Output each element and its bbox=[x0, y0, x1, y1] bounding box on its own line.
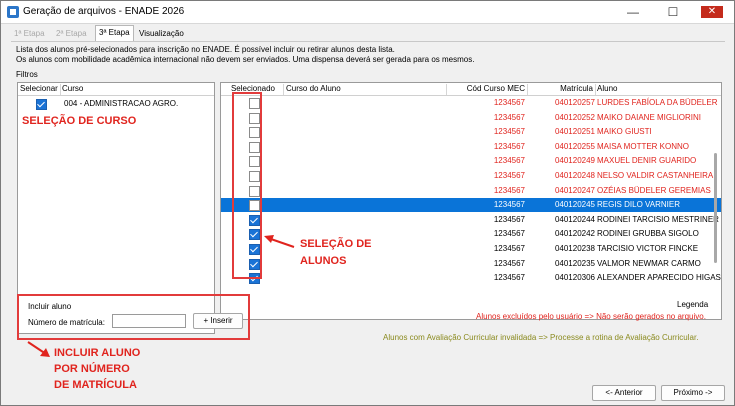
student-name: MAIKO GIUSTI bbox=[597, 127, 652, 137]
student-cod-mec: 1234567 bbox=[493, 229, 525, 239]
student-matricula: 040120242 bbox=[554, 229, 595, 239]
annotation-incluir-line2: POR NÚMERO bbox=[54, 363, 130, 375]
filtros-label: Filtros bbox=[16, 70, 38, 79]
student-cod-mec: 1234567 bbox=[493, 214, 525, 224]
student-grid: Selecionado Curso do Aluno Cód Curso MEC… bbox=[220, 82, 722, 320]
student-name: VALMOR NEWMAR CARMO bbox=[597, 258, 701, 268]
legenda-invalid: Alunos com Avaliação Curricular invalida… bbox=[383, 333, 699, 342]
student-row[interactable]: 1234567 040120244 RODINEI TARCISIO MESTRIN… bbox=[221, 213, 721, 227]
student-matricula: 040120255 bbox=[554, 141, 595, 151]
student-name: OZÉIAS BÜDELER GEREMIAS bbox=[597, 185, 711, 195]
tab-etapa-3[interactable]: 3ª Etapa bbox=[95, 25, 134, 41]
student-cod-mec: 1234567 bbox=[493, 141, 525, 151]
student-cod-mec: 1234567 bbox=[493, 171, 525, 180]
course-grid-header: Selecionar Curso bbox=[18, 83, 214, 96]
course-checkbox[interactable] bbox=[36, 99, 47, 110]
course-name: 004 - ADMINISTRACAO AGRO. bbox=[64, 99, 179, 108]
description-line-1: Lista dos alunos pré-selecionados para i… bbox=[16, 45, 395, 54]
student-name: TARCISIO VICTOR FINCKE bbox=[597, 244, 699, 253]
course-row[interactable]: 004 - ADMINISTRACAO AGRO. bbox=[18, 97, 214, 111]
student-matricula: 040120244 bbox=[554, 214, 595, 224]
student-cod-mec: 1234567 bbox=[493, 98, 525, 107]
student-row[interactable]: 1234567 040120249 MAXUEL DENIR GUARIDO bbox=[221, 154, 721, 168]
annotation-alunos-line1: SELEÇÃO DE bbox=[300, 238, 372, 250]
student-matricula: 040120247 bbox=[554, 185, 595, 195]
student-name: REGIS DILO VARNIER bbox=[597, 200, 680, 210]
student-row[interactable]: 1234567 040120251 MAIKO GIUSTI bbox=[221, 125, 721, 139]
student-row[interactable]: 1234567 040120306 ALEXANDER APARECIDO HIGA… bbox=[221, 271, 721, 285]
student-name: RODINEI TARCISIO MESTRINER bbox=[597, 214, 719, 224]
student-row[interactable]: 1234567 040120252 MAIKO DAIANE MIGLIORINI bbox=[221, 111, 721, 125]
student-name: ALEXANDER APARECIDO HIGAS bbox=[597, 273, 721, 283]
student-matricula: 040120251 bbox=[554, 127, 595, 137]
arrow-alunos-icon bbox=[264, 235, 295, 248]
student-row[interactable]: 1234567 040120248 NELSO VALDIR CASTANHEIRA bbox=[221, 169, 721, 183]
description-line-2: Os alunos com mobilidade acadêmica inter… bbox=[16, 55, 475, 64]
tab-etapa-2[interactable]: 2ª Etapa bbox=[53, 27, 90, 40]
student-cod-mec: 1234567 bbox=[493, 112, 525, 122]
window-title: Geração de arquivos - ENADE 2026 bbox=[23, 6, 185, 17]
anterior-button[interactable]: <- Anterior bbox=[592, 385, 656, 401]
annotation-incluir-line3: DE MATRÍCULA bbox=[54, 379, 137, 391]
student-matricula: 040120306 bbox=[554, 273, 595, 283]
annotation-alunos-line2: ALUNOS bbox=[300, 255, 347, 267]
student-cod-mec: 1234567 bbox=[493, 127, 525, 137]
header-matricula[interactable]: Matrícula bbox=[529, 84, 596, 95]
student-name: MAIKO DAIANE MIGLIORINI bbox=[597, 112, 702, 122]
annotation-incluir-line1: INCLUIR ALUNO bbox=[54, 347, 141, 359]
annotation-box-alunos bbox=[232, 92, 262, 279]
student-row[interactable]: 1234567 040120247 OZÉIAS BÜDELER GEREMIAS bbox=[221, 184, 721, 198]
student-matricula: 040120235 bbox=[554, 258, 595, 268]
tab-etapa-1[interactable]: 1ª Etapa bbox=[11, 27, 48, 40]
student-cod-mec: 1234567 bbox=[493, 258, 525, 268]
minimize-button[interactable]: — bbox=[613, 2, 653, 22]
scrollbar-thumb[interactable] bbox=[714, 153, 717, 263]
student-name: NELSO VALDIR CASTANHEIRA bbox=[597, 171, 714, 180]
student-row[interactable]: 1234567 040120257 LURDES FABÍOLA DA BÜDELE… bbox=[221, 96, 721, 110]
student-cod-mec: 1234567 bbox=[493, 244, 525, 253]
student-matricula: 040120249 bbox=[554, 156, 595, 166]
header-cod-curso-mec[interactable]: Cód Curso MEC bbox=[449, 84, 528, 95]
student-cod-mec: 1234567 bbox=[493, 200, 525, 210]
student-grid-header: Selecionado Curso do Aluno Cód Curso MEC… bbox=[221, 83, 721, 96]
legenda-excluded: Alunos excluídos pelo usuário => Não ser… bbox=[476, 312, 706, 321]
student-name: RODINEI GRUBBA SIGOLO bbox=[597, 229, 699, 239]
student-row[interactable]: 1234567 040120235 VALMOR NEWMAR CARMO bbox=[221, 257, 721, 271]
proximo-button[interactable]: Próximo -> bbox=[661, 385, 725, 401]
close-icon: ✕ bbox=[701, 6, 723, 18]
student-matricula: 040120245 bbox=[554, 200, 595, 210]
header-curso[interactable]: Curso bbox=[62, 84, 212, 95]
student-matricula: 040120252 bbox=[554, 112, 595, 122]
header-selecionar[interactable]: Selecionar bbox=[20, 84, 61, 95]
tab-visualizacao[interactable]: Visualização bbox=[136, 27, 187, 40]
student-matricula: 040120238 bbox=[554, 244, 595, 253]
close-button[interactable]: ✕ bbox=[693, 2, 733, 22]
student-matricula: 040120248 bbox=[554, 171, 595, 180]
student-cod-mec: 1234567 bbox=[493, 273, 525, 283]
app-icon bbox=[7, 6, 19, 18]
vertical-scrollbar[interactable] bbox=[713, 95, 719, 317]
student-row[interactable]: 1234567 040120245 REGIS DILO VARNIER bbox=[221, 198, 721, 213]
student-cod-mec: 1234567 bbox=[493, 185, 525, 195]
student-name: MAISA MOTTER KONNO bbox=[597, 141, 690, 151]
annotation-box-incluir bbox=[17, 294, 250, 340]
student-cod-mec: 1234567 bbox=[493, 156, 525, 166]
student-name: LURDES FABÍOLA DA BÜDELER bbox=[597, 98, 718, 107]
header-curso-do-aluno[interactable]: Curso do Aluno bbox=[286, 84, 447, 95]
header-aluno[interactable]: Aluno bbox=[597, 84, 717, 95]
student-matricula: 040120257 bbox=[554, 98, 595, 107]
maximize-button[interactable]: ☐ bbox=[653, 2, 693, 22]
student-name: MAXUEL DENIR GUARIDO bbox=[597, 156, 697, 166]
student-row[interactable]: 1234567 040120255 MAISA MOTTER KONNO bbox=[221, 140, 721, 154]
annotation-curso: SELEÇÃO DE CURSO bbox=[22, 115, 137, 127]
arrow-incluir-icon bbox=[27, 341, 50, 357]
legenda-title: Legenda bbox=[677, 300, 709, 309]
title-bar: Geração de arquivos - ENADE 2026 — ☐ ✕ bbox=[1, 1, 734, 24]
